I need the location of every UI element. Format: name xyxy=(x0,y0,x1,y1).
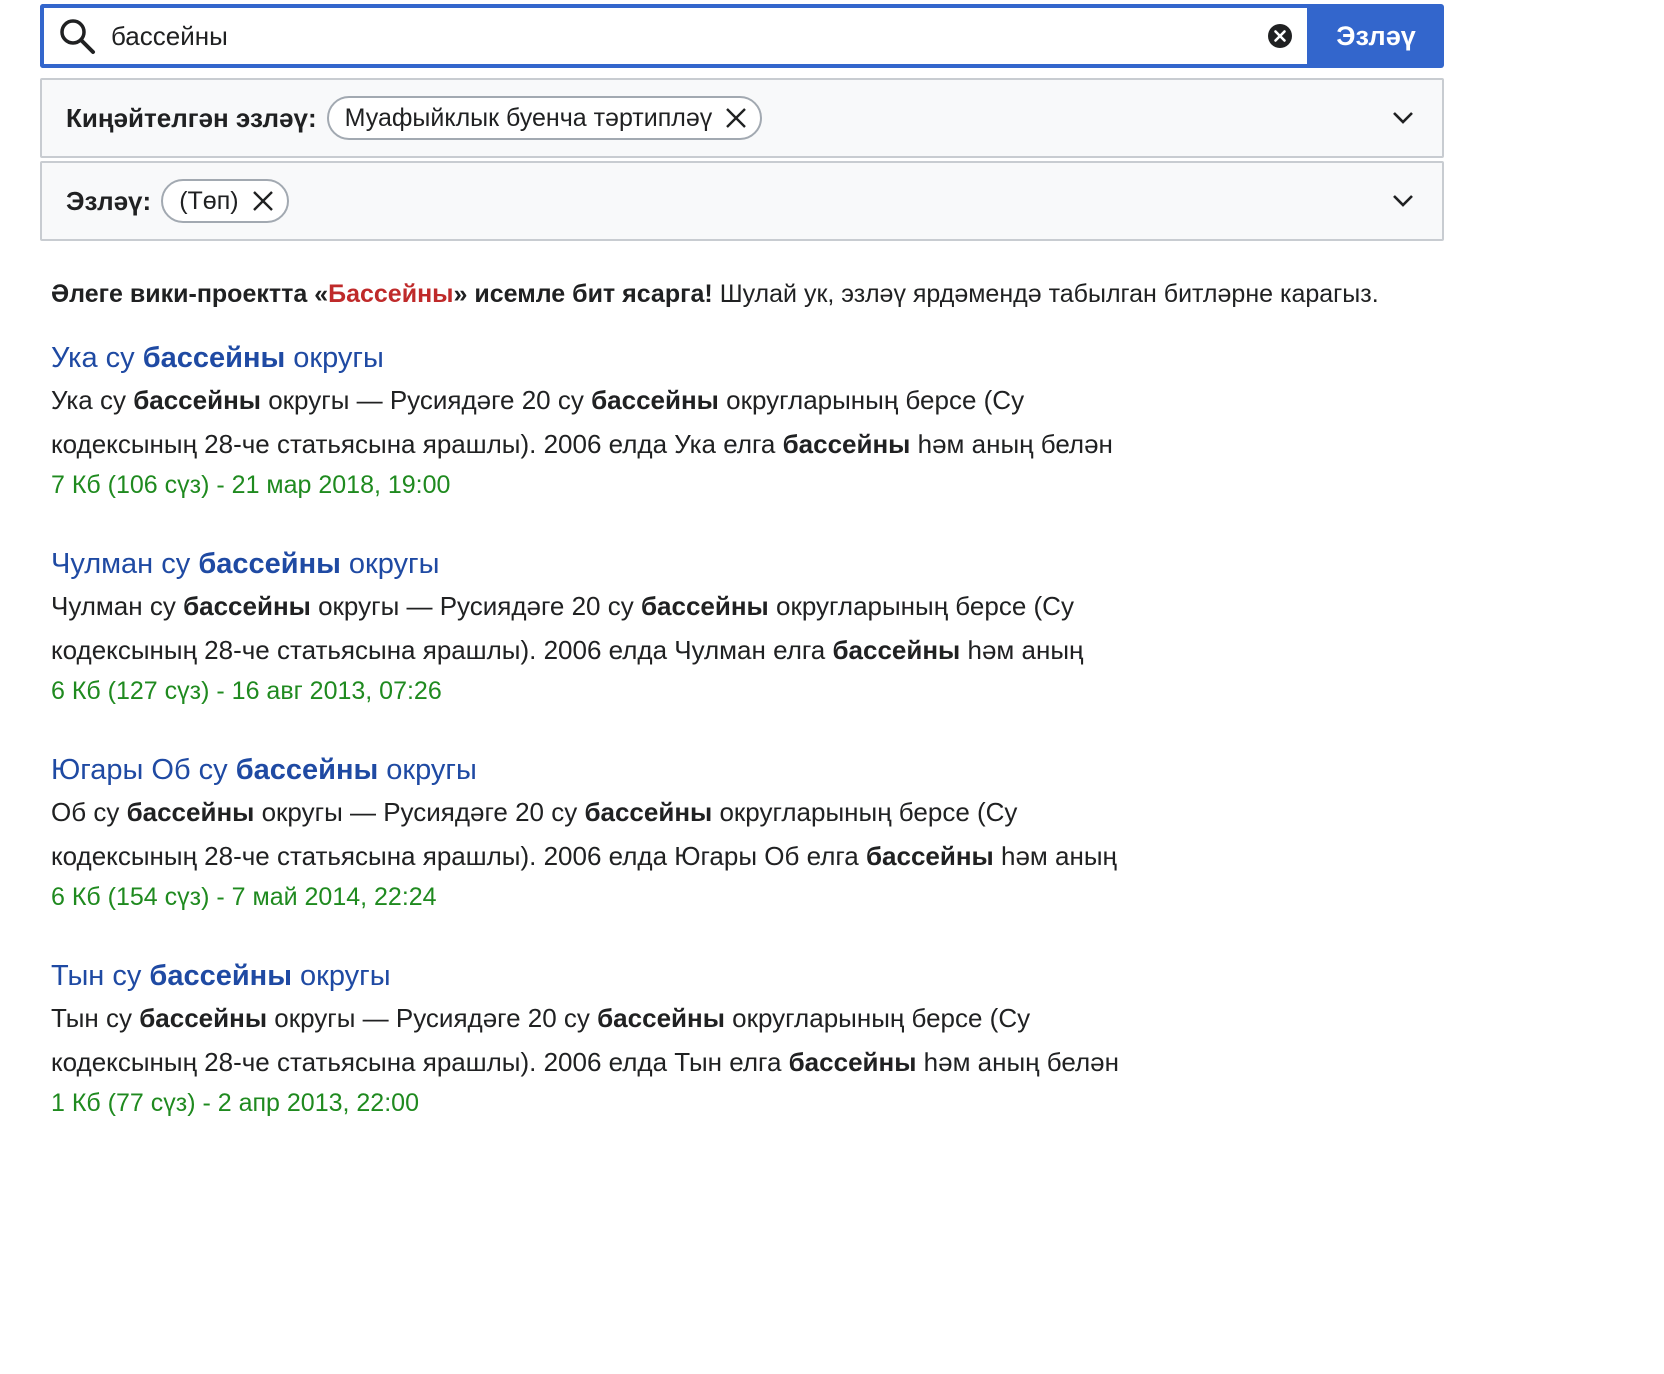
search-page: Эзләү Киңәйтелгән эзләү: Муафыйклык буен… xyxy=(0,0,1664,1374)
result-snippet: Ука су бассейны округы — Русиядәге 20 су… xyxy=(51,385,1113,459)
search-result: Чулман су бассейны округы Чулман су басс… xyxy=(51,544,1151,710)
result-meta: 6 Кб (127 сүз) - 16 авг 2013, 07:26 xyxy=(51,677,442,705)
search-icon xyxy=(57,16,97,56)
result-title-link[interactable]: Тын су бассейны округы xyxy=(51,956,1151,996)
advanced-search-panel[interactable]: Киңәйтелгән эзләү: Муафыйклык буенча тәр… xyxy=(40,78,1444,158)
result-title-link[interactable]: Ука су бассейны округы xyxy=(51,338,1151,378)
search-results: Ука су бассейны округы Ука су бассейны о… xyxy=(51,338,1151,1162)
search-button[interactable]: Эзләү xyxy=(1308,4,1444,68)
close-icon[interactable] xyxy=(249,187,277,215)
chevron-down-icon[interactable] xyxy=(1386,184,1420,218)
sort-chip[interactable]: Муафыйклык буенча тәртипләү xyxy=(326,96,763,140)
search-result: Югары Об су бассейны округы Об су бассей… xyxy=(51,750,1151,916)
advanced-search-label: Киңәйтелгән эзләү: xyxy=(66,102,317,133)
notice-suffix: Шулай ук, эзләү ярдәмендә табылган битлә… xyxy=(712,280,1379,308)
namespace-chip[interactable]: (Төп) xyxy=(161,179,289,223)
search-bar: Эзләү xyxy=(40,4,1444,68)
create-page-link[interactable]: Бассейны xyxy=(328,280,453,308)
result-title-link[interactable]: Чулман су бассейны округы xyxy=(51,544,1151,584)
result-snippet: Чулман су бассейны округы — Русиядәге 20… xyxy=(51,591,1084,665)
result-meta: 6 Кб (154 сүз) - 7 май 2014, 22:24 xyxy=(51,883,437,911)
search-result: Тын су бассейны округы Тын су бассейны о… xyxy=(51,956,1151,1122)
notice-prefix: Әлеге вики-проектта « xyxy=(51,280,329,308)
chevron-down-icon[interactable] xyxy=(1386,101,1420,135)
result-meta: 7 Кб (106 сүз) - 21 мар 2018, 19:00 xyxy=(51,471,451,499)
clear-icon[interactable] xyxy=(1266,22,1294,50)
search-input[interactable] xyxy=(97,11,1266,61)
sort-chip-label: Муафыйклык буенча тәртипләү xyxy=(344,103,713,132)
namespace-panel[interactable]: Эзләү: (Төп) xyxy=(40,161,1444,241)
result-snippet: Об су бассейны округы — Русиядәге 20 су … xyxy=(51,797,1117,871)
search-result: Ука су бассейны округы Ука су бассейны о… xyxy=(51,338,1151,504)
result-snippet: Тын су бассейны округы — Русиядәге 20 су… xyxy=(51,1003,1119,1077)
create-page-notice: Әлеге вики-проектта «Бассейны» исемле би… xyxy=(51,280,1379,309)
close-icon[interactable] xyxy=(722,104,750,132)
namespace-label: Эзләү: xyxy=(66,185,152,216)
namespace-chip-label: (Төп) xyxy=(179,186,239,215)
search-box xyxy=(40,4,1308,68)
notice-middle: » исемле бит ясарга! xyxy=(453,280,713,308)
result-title-link[interactable]: Югары Об су бассейны округы xyxy=(51,750,1151,790)
result-meta: 1 Кб (77 сүз) - 2 апр 2013, 22:00 xyxy=(51,1089,419,1117)
